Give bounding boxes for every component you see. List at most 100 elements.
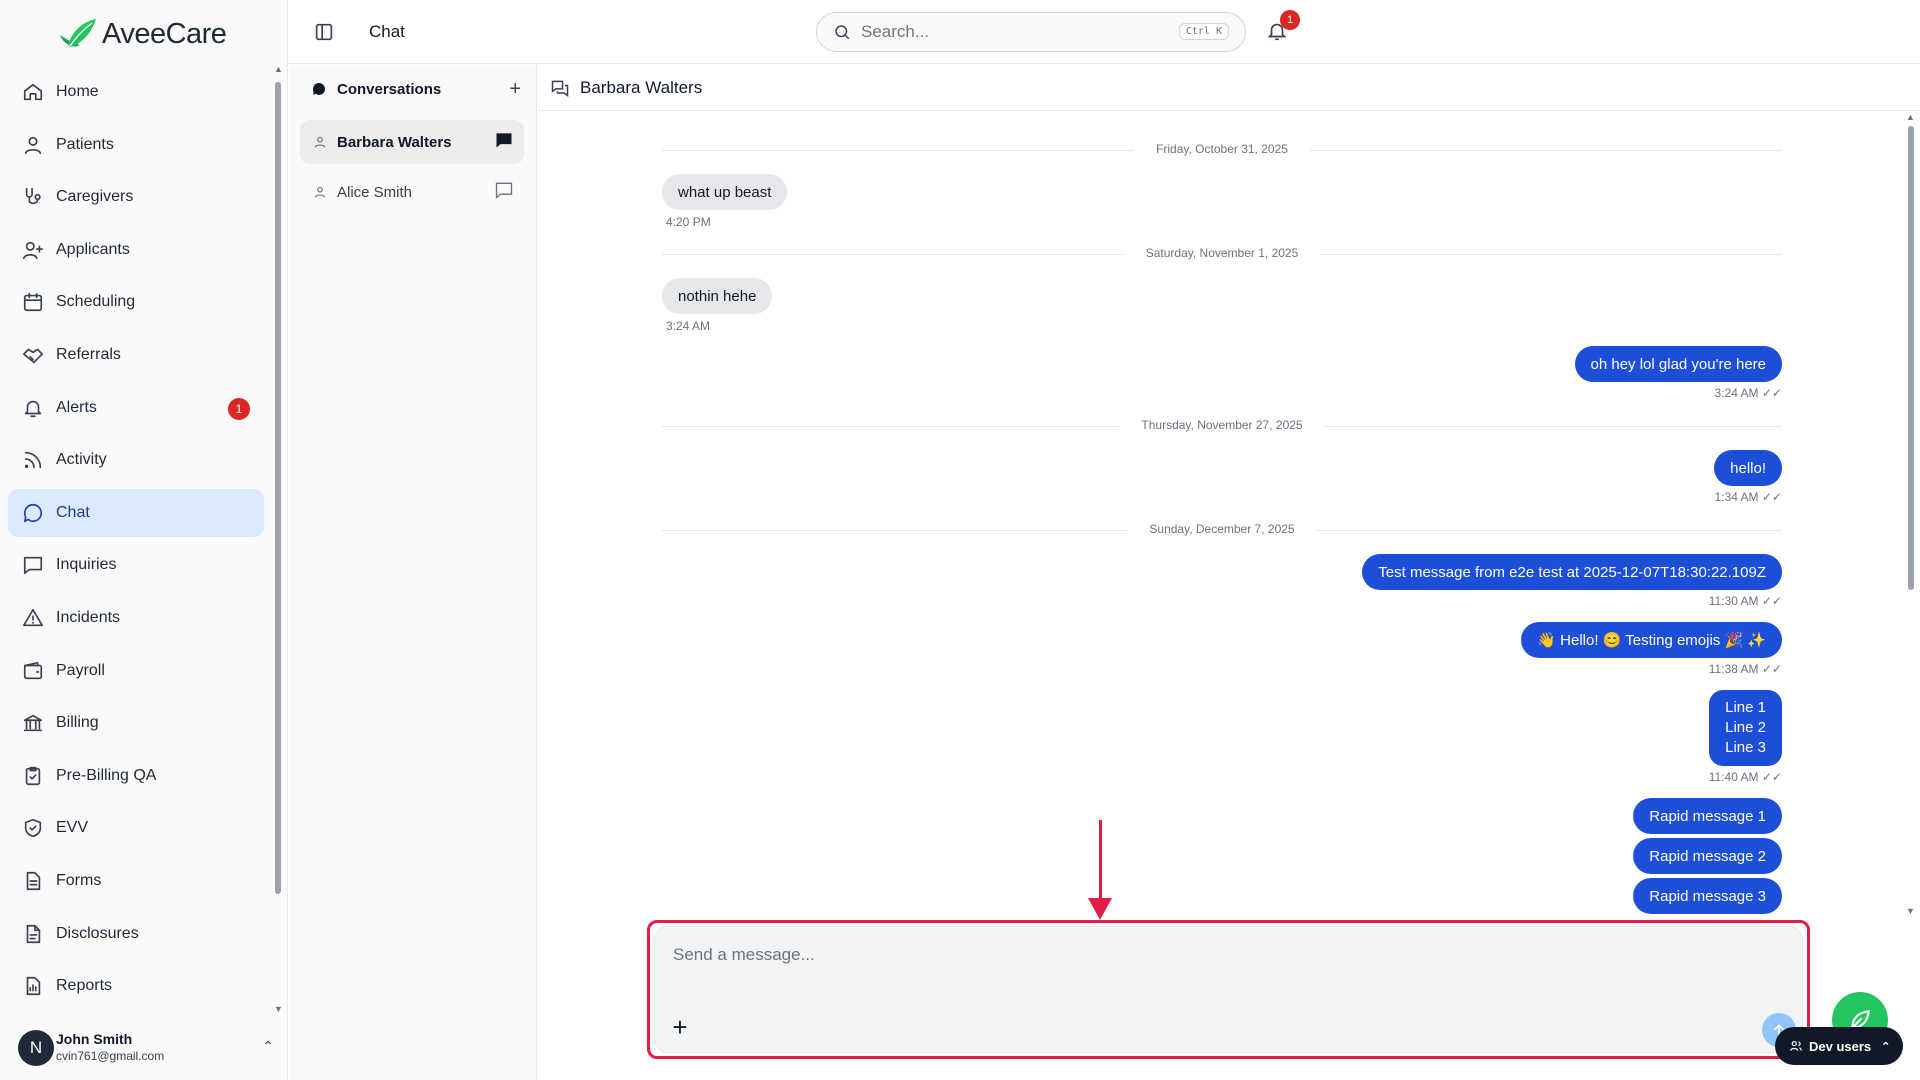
sidebar-item-inquiries[interactable]: Inquiries	[8, 541, 264, 589]
chat-header: Barbara Walters	[538, 65, 1920, 111]
conversation-item-barbara-walters[interactable]: Barbara Walters	[300, 120, 524, 164]
message-timestamp: 11:30 AM ✓✓	[1708, 594, 1782, 608]
message-line: Line 2	[1725, 719, 1766, 736]
message-bubble-outgoing: Rapid message 3	[1633, 878, 1782, 914]
search-icon	[835, 25, 850, 40]
message-timestamp: 11:38 AM ✓✓	[1708, 662, 1782, 676]
chat-bubble-filled-icon	[313, 83, 325, 95]
sidebar-item-label: Applicants	[56, 240, 130, 258]
message-bubble-incoming: what up beast	[662, 174, 788, 210]
scroll-down-arrow-icon[interactable]: ▼	[274, 1004, 283, 1014]
message-square-icon	[22, 554, 44, 576]
conversation-item-alice-smith[interactable]: Alice Smith	[300, 170, 524, 214]
sidebar-item-label: Home	[56, 83, 99, 100]
message-timestamp: 1:34 AM ✓✓	[1714, 490, 1782, 504]
sidebar-item-label: Incidents	[56, 608, 121, 626]
sidebar-item-caregivers[interactable]: Caregivers	[8, 173, 264, 221]
leaf-logo-icon	[60, 19, 96, 47]
sidebar-item-evv[interactable]: EVV	[8, 804, 264, 852]
shield-check-icon	[22, 817, 44, 839]
sidebar-item-label: Disclosures	[56, 924, 139, 942]
user-icon	[314, 136, 326, 148]
sidebar-item-label: Reports	[56, 977, 113, 995]
message-line: Line 1	[1725, 699, 1766, 716]
message-outline-icon	[495, 182, 513, 199]
date-label: Thursday, November 27, 2025	[1119, 418, 1325, 432]
user-info: John Smith cvin761@gmail.com	[56, 1031, 164, 1065]
message-list[interactable]: Friday, October 31, 2025 what up beast 4…	[538, 111, 1920, 921]
sidebar-item-incidents[interactable]: Incidents	[8, 594, 264, 642]
sidebar-item-forms[interactable]: Forms	[8, 857, 264, 905]
sidebar-item-payroll[interactable]: Payroll	[8, 647, 264, 695]
sidebar-item-billing[interactable]: Billing	[8, 699, 264, 747]
chat-recipient-name: Barbara Walters	[580, 77, 703, 97]
user-email: cvin761@gmail.com	[56, 1049, 165, 1063]
sidebar-scroll-thumb[interactable]	[275, 82, 281, 894]
message-composer: +	[654, 926, 1803, 1053]
user-icon	[22, 134, 44, 156]
app-name: AveeCare	[102, 17, 227, 50]
dev-users-button[interactable]: Dev users ⌃	[1775, 1027, 1903, 1065]
report-icon	[22, 975, 44, 997]
user-menu[interactable]: N John Smith cvin761@gmail.com ⌃	[18, 1024, 274, 1072]
conversations-header: Conversations +	[311, 78, 521, 100]
sidebar-item-applicants[interactable]: Applicants	[8, 226, 264, 274]
sidebar-item-home[interactable]: Home	[8, 68, 264, 116]
sidebar-item-pre-billing-qa[interactable]: Pre-Billing QA	[8, 752, 264, 800]
chat-scrollbar[interactable]: ▲ ▼	[1906, 112, 1915, 918]
top-bar: Chat Search... Ctrl K 1	[289, 0, 1920, 64]
sidebar-item-reports[interactable]: Reports	[8, 962, 264, 1010]
rss-icon	[22, 449, 44, 471]
scroll-up-arrow-icon[interactable]: ▲	[274, 64, 283, 74]
sidebar: AveeCare Home Patients Caregivers Applic…	[0, 0, 288, 1080]
sidebar-item-patients[interactable]: Patients	[8, 121, 264, 169]
bank-icon	[22, 712, 44, 734]
sidebar-item-scheduling[interactable]: Scheduling	[8, 278, 264, 326]
wallet-icon	[22, 660, 44, 682]
sidebar-item-referrals[interactable]: Referrals	[8, 331, 264, 379]
search-bar[interactable]: Search... Ctrl K	[816, 12, 1246, 52]
message-bubble-outgoing: Test message from e2e test at 2025-12-07…	[1362, 554, 1782, 590]
sidebar-item-chat[interactable]: Chat	[8, 488, 264, 537]
page-title: Chat	[369, 22, 405, 41]
message-bubble-outgoing: Rapid message 1	[1633, 798, 1782, 834]
search-placeholder: Search...	[861, 22, 930, 41]
message-bubble-outgoing: oh hey lol glad you're here	[1574, 346, 1782, 382]
sidebar-item-label: EVV	[56, 819, 89, 837]
annotation-arrow-head	[1088, 898, 1112, 920]
conversations-title: Conversations	[337, 80, 442, 98]
scroll-up-arrow-icon[interactable]: ▲	[1906, 112, 1915, 122]
message-bubble-outgoing: 👋 Hello! 😊 Testing emojis 🎉 ✨	[1521, 622, 1782, 658]
sidebar-item-label: Patients	[56, 135, 114, 153]
message-input[interactable]	[673, 945, 1573, 965]
conversations-panel: Conversations + Barbara Walters Alice Sm…	[289, 65, 537, 1080]
scroll-down-arrow-icon[interactable]: ▼	[1906, 906, 1915, 916]
notification-count-badge: 1	[1280, 10, 1300, 30]
calendar-icon	[22, 291, 44, 313]
message-timestamp: 3:24 AM ✓✓	[1714, 386, 1782, 400]
new-conversation-button[interactable]: +	[509, 78, 521, 101]
date-divider: Saturday, November 1, 2025	[662, 246, 1782, 260]
app-root: AveeCare Home Patients Caregivers Applic…	[0, 0, 1920, 1080]
file-text-icon	[22, 923, 44, 945]
date-divider: Sunday, December 7, 2025	[662, 522, 1782, 536]
sidebar-item-disclosures[interactable]: Disclosures	[8, 910, 264, 958]
user-plus-icon	[22, 239, 44, 261]
attach-plus-button[interactable]: +	[667, 1014, 693, 1041]
sidebar-item-label: Caregivers	[56, 188, 134, 206]
bell-icon	[22, 397, 44, 419]
date-label: Sunday, December 7, 2025	[1127, 522, 1317, 536]
sidebar-toggle-icon[interactable]	[313, 21, 335, 43]
sidebar-item-label: Billing	[56, 714, 99, 732]
user-icon	[314, 186, 326, 198]
sidebar-item-label: Activity	[56, 451, 107, 469]
dev-users-label: Dev users	[1809, 1038, 1872, 1054]
sidebar-scrollbar[interactable]: ▲ ▼	[274, 64, 283, 1014]
search-shortcut: Ctrl K	[1178, 23, 1229, 40]
app-logo[interactable]: AveeCare	[56, 14, 227, 54]
chat-scroll-thumb[interactable]	[1908, 126, 1914, 590]
sidebar-item-alerts[interactable]: Alerts 1	[8, 384, 264, 432]
conversation-name: Barbara Walters	[337, 133, 452, 151]
message-timestamp: 4:20 PM	[666, 215, 711, 229]
sidebar-item-activity[interactable]: Activity	[8, 436, 264, 484]
